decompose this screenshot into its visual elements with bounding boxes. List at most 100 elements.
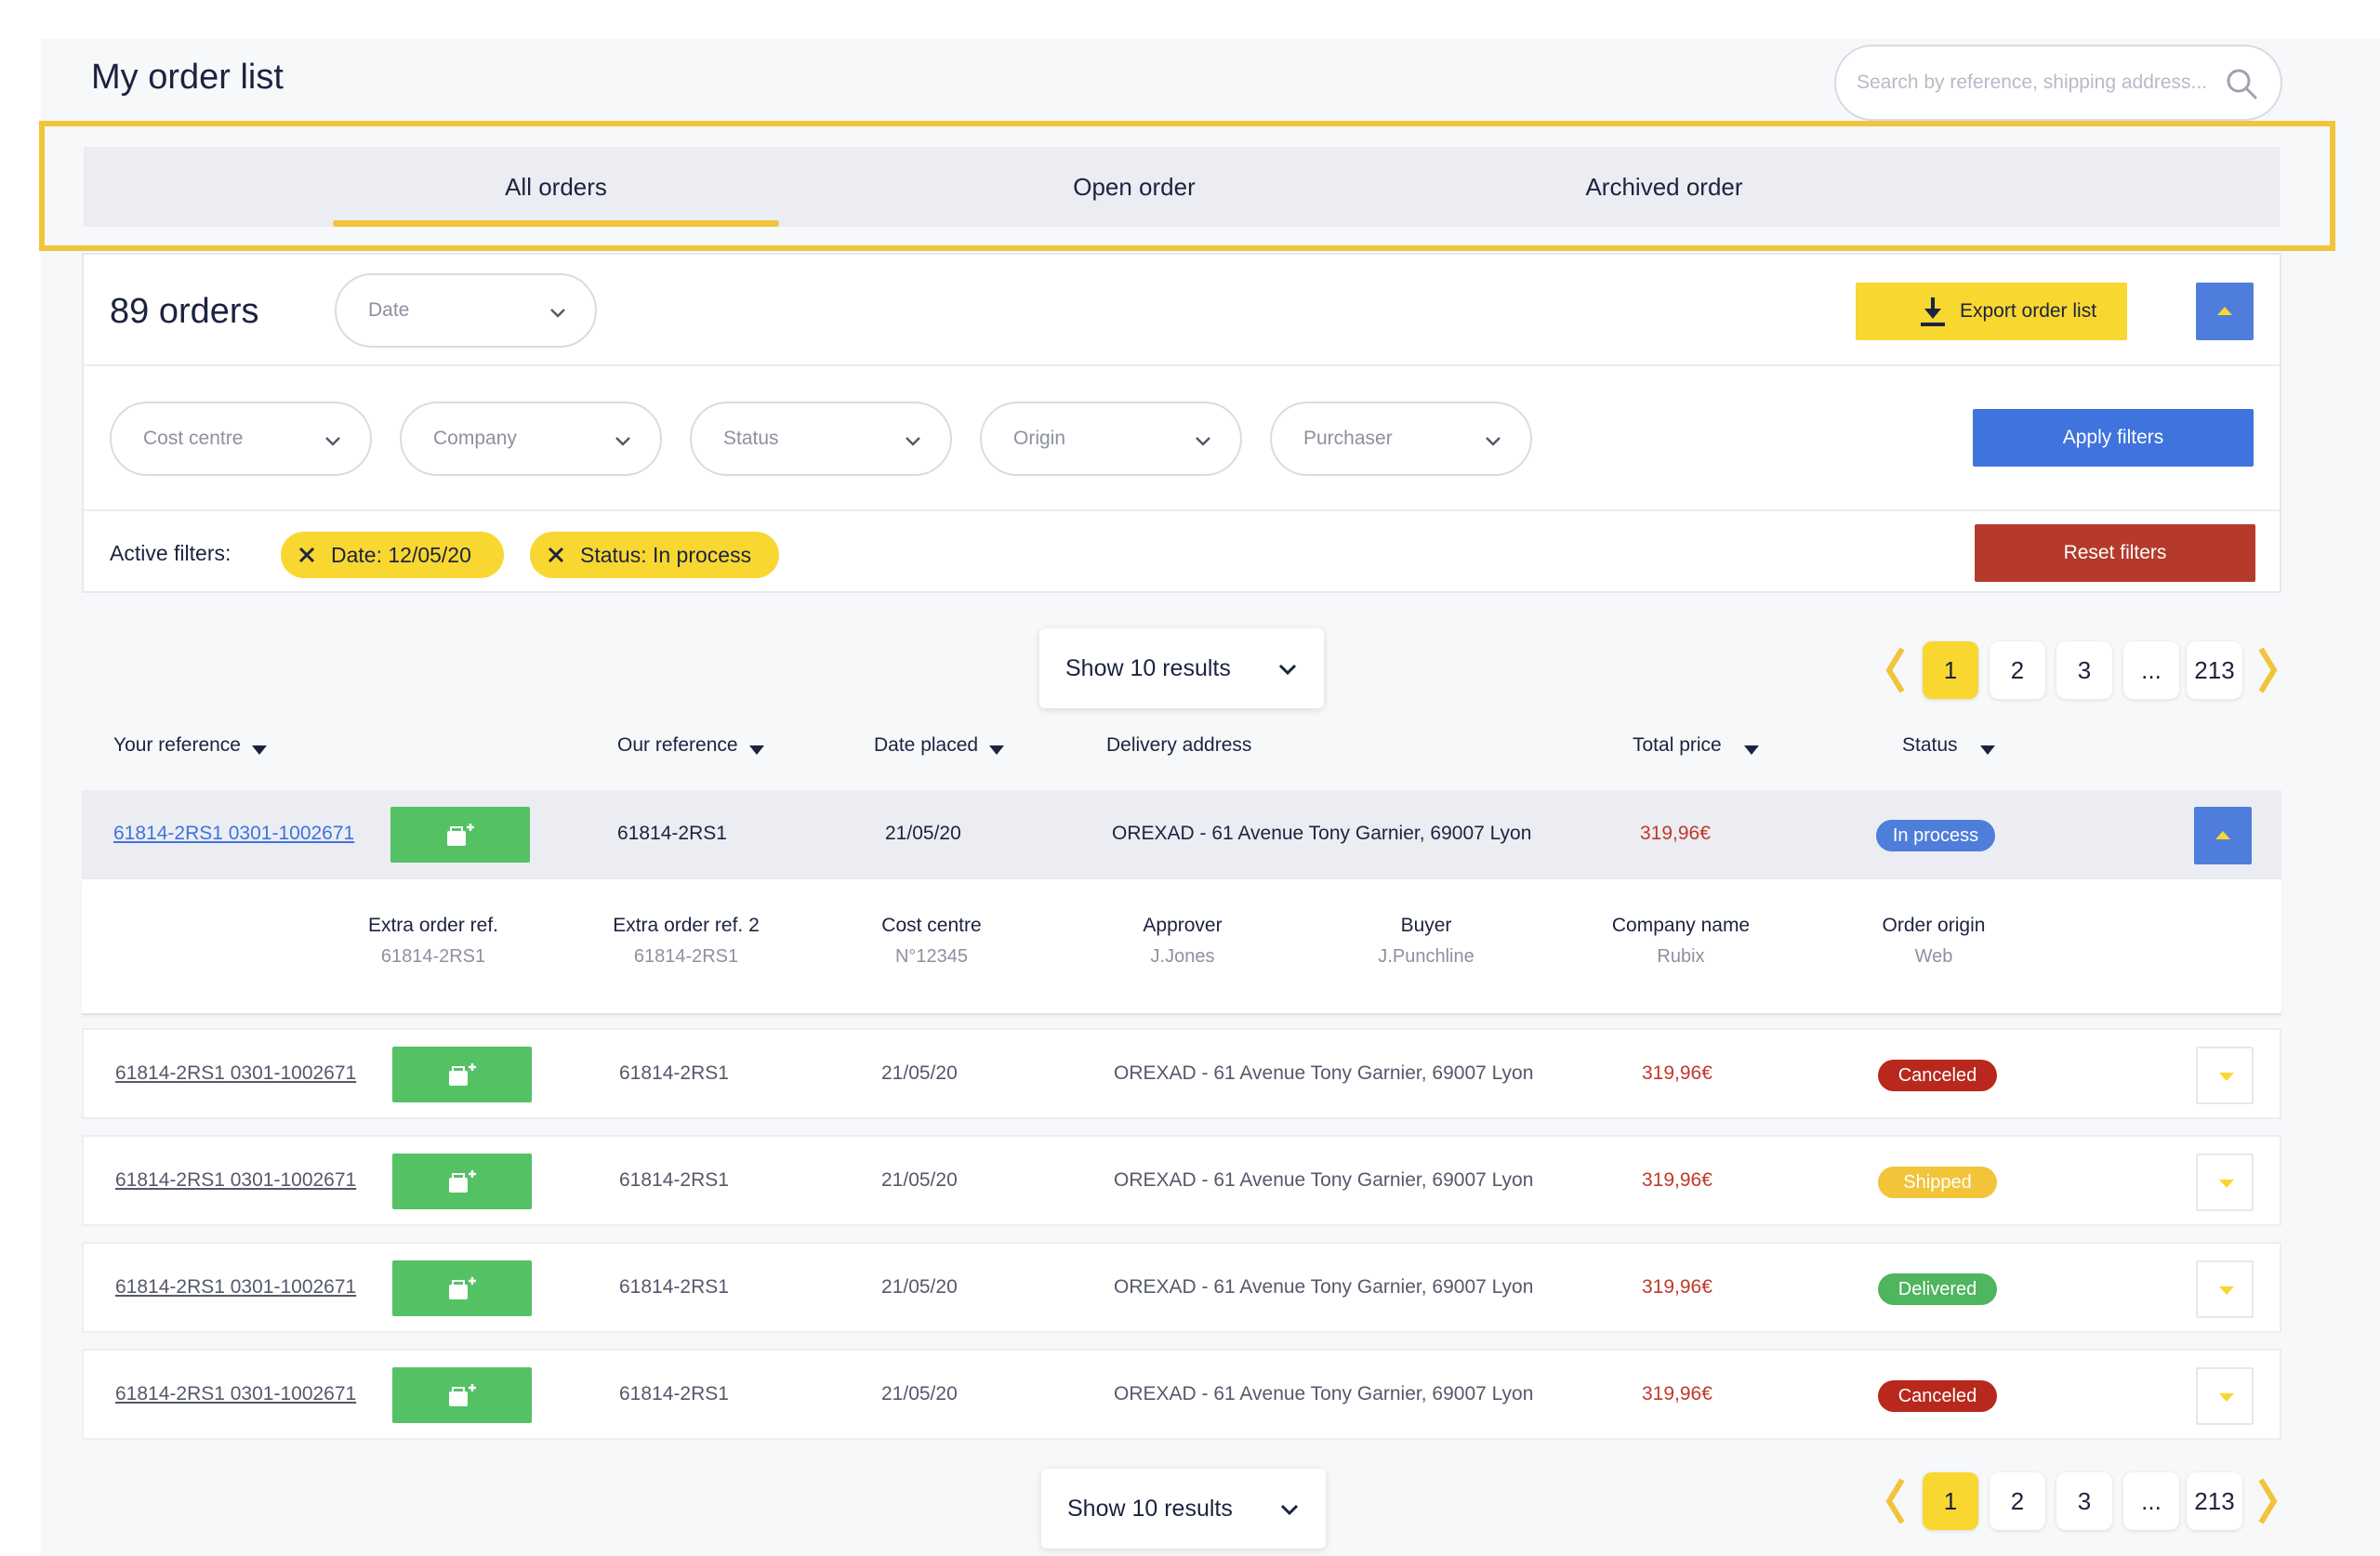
column-header-delivery-address: Delivery address (1106, 734, 1251, 757)
chip-date-label: Date: 12/05/20 (331, 543, 471, 567)
cost-centre-dropdown[interactable]: Cost centre (110, 402, 372, 476)
show-results-dropdown-bottom[interactable]: Show 10 results (1041, 1469, 1326, 1549)
date-placed: 21/05/20 (881, 1169, 958, 1191)
apply-filters-button[interactable]: Apply filters (1973, 409, 2254, 467)
add-to-cart-button[interactable] (392, 1367, 532, 1423)
table-row[interactable]: 61814-2RS1 0301-1002671 61814-2RS1 21/05… (82, 1349, 2281, 1440)
caret-down-icon (2219, 1073, 2234, 1081)
close-icon[interactable] (296, 544, 318, 566)
tabs-bar: All orders Open order Archived order (84, 147, 2280, 227)
tab-open-order[interactable]: Open order (837, 147, 1432, 227)
detail-value: J.Punchline (1378, 946, 1474, 967)
page-button-2[interactable]: 2 (1990, 641, 2045, 699)
chevron-down-icon (1196, 437, 1210, 446)
tab-all-orders[interactable]: All orders (333, 147, 779, 227)
origin-dropdown[interactable]: Origin (980, 402, 1242, 476)
table-row[interactable]: 61814-2RS1 0301-1002671 61814-2RS1 21/05… (82, 1242, 2281, 1333)
page-button-2[interactable]: 2 (1990, 1472, 2045, 1530)
divider (84, 509, 2280, 511)
page-button-3[interactable]: 3 (2056, 1472, 2112, 1530)
collapse-row-button[interactable] (2194, 807, 2252, 864)
active-filter-chip-date[interactable]: Date: 12/05/20 (281, 532, 504, 578)
tab-archived-order[interactable]: Archived order (1367, 147, 1962, 227)
table-row[interactable]: 61814-2RS1 0301-1002671 61814-2RS1 21/05… (82, 1135, 2281, 1226)
page-button-1[interactable]: 1 (1923, 1472, 1978, 1530)
page-button-3[interactable]: 3 (2056, 641, 2112, 699)
chevron-down-icon (325, 437, 340, 446)
chevron-right-icon[interactable] (2254, 641, 2281, 699)
add-to-cart-button[interactable] (392, 1260, 532, 1316)
delivery-address: OREXAD - 61 Avenue Tony Garnier, 69007 L… (1114, 1383, 1534, 1404)
sort-icon[interactable] (1743, 745, 1759, 755)
page-ellipsis: ... (2123, 641, 2179, 699)
company-dropdown[interactable]: Company (400, 402, 662, 476)
cart-plus-icon (449, 1277, 476, 1299)
filter-panel: 89 orders Date Export order list Cost ce… (82, 253, 2281, 593)
expand-row-button[interactable] (2196, 1047, 2254, 1104)
delivery-address: OREXAD - 61 Avenue Tony Garnier, 69007 L… (1114, 1169, 1534, 1191)
add-to-cart-button[interactable] (392, 1154, 532, 1209)
our-reference: 61814-2RS1 (619, 1062, 729, 1084)
reset-filters-button[interactable]: Reset filters (1975, 524, 2255, 582)
detail-company-name: Company name Rubix (1579, 915, 1783, 968)
expand-row-button[interactable] (2196, 1260, 2254, 1318)
detail-value: 61814-2RS1 (380, 946, 486, 967)
export-order-list-button[interactable]: Export order list (1856, 283, 2127, 340)
close-icon[interactable] (545, 544, 567, 566)
your-reference-link[interactable]: 61814-2RS1 0301-1002671 (115, 1351, 356, 1438)
status-badge: Delivered (1878, 1273, 1997, 1305)
your-reference-link[interactable]: 61814-2RS1 0301-1002671 (115, 1030, 356, 1117)
column-header-our-reference[interactable]: Our reference (617, 734, 764, 757)
column-header-date-placed[interactable]: Date placed (874, 734, 1005, 757)
sort-icon[interactable] (1979, 745, 1995, 755)
your-reference-link[interactable]: 61814-2RS1 0301-1002671 (113, 790, 354, 877)
your-reference-link[interactable]: 61814-2RS1 0301-1002671 (115, 1137, 356, 1224)
status-badge: In process (1876, 820, 1995, 851)
show-results-dropdown[interactable]: Show 10 results (1039, 628, 1324, 708)
our-reference: 61814-2RS1 (619, 1169, 729, 1191)
search-icon[interactable] (2223, 65, 2260, 102)
status-badge: Canceled (1878, 1380, 1997, 1412)
detail-extra-order-ref-2: Extra order ref. 2 61814-2RS1 (584, 915, 788, 968)
add-to-cart-button[interactable] (390, 807, 530, 863)
detail-cost-centre: Cost centre N°12345 (829, 915, 1034, 968)
table-row[interactable]: 61814-2RS1 0301-1002671 61814-2RS1 21/05… (82, 1028, 2281, 1119)
chevron-down-icon (906, 437, 920, 446)
column-header-status[interactable]: Status (1902, 734, 1995, 757)
collapse-filters-button[interactable] (2196, 283, 2254, 340)
column-header-your-reference[interactable]: Your reference (113, 734, 267, 757)
total-price: 319,96€ (1642, 1276, 1712, 1298)
company-label: Company (433, 428, 517, 449)
detail-value: Rubix (1657, 946, 1705, 967)
caret-down-icon (2219, 1286, 2234, 1295)
detail-label: Approver (1143, 915, 1223, 936)
total-price: 319,96€ (1642, 1062, 1712, 1084)
your-reference-link[interactable]: 61814-2RS1 0301-1002671 (115, 1244, 356, 1331)
sort-icon[interactable] (748, 745, 764, 755)
search-input[interactable] (1857, 46, 2210, 119)
chevron-right-icon[interactable] (2254, 1472, 2281, 1530)
date-dropdown[interactable]: Date (335, 273, 597, 348)
sort-icon[interactable] (251, 745, 267, 755)
active-filter-chip-status[interactable]: Status: In process (530, 532, 779, 578)
page-title: My order list (91, 58, 284, 97)
table-row[interactable]: 61814-2RS1 0301-1002671 61814-2RS1 21/05… (82, 790, 2281, 881)
status-badge: Canceled (1878, 1060, 1997, 1091)
pagination: 1 2 3 ... 213 (1882, 641, 2281, 699)
status-dropdown[interactable]: Status (690, 402, 952, 476)
expand-row-button[interactable] (2196, 1367, 2254, 1425)
sort-icon[interactable] (989, 745, 1005, 755)
search-box[interactable] (1834, 45, 2282, 121)
delivery-address: OREXAD - 61 Avenue Tony Garnier, 69007 L… (1112, 823, 1532, 844)
detail-value: 61814-2RS1 (633, 946, 739, 967)
purchaser-dropdown[interactable]: Purchaser (1270, 402, 1532, 476)
page-button-last[interactable]: 213 (2187, 1472, 2242, 1530)
cart-plus-icon (449, 1170, 476, 1193)
page-button-last[interactable]: 213 (2187, 641, 2242, 699)
chevron-left-icon[interactable] (1882, 1472, 1910, 1530)
chevron-left-icon[interactable] (1882, 641, 1910, 699)
column-header-total-price[interactable]: Total price (1633, 734, 1759, 757)
expand-row-button[interactable] (2196, 1154, 2254, 1211)
add-to-cart-button[interactable] (392, 1047, 532, 1102)
page-button-1[interactable]: 1 (1923, 641, 1978, 699)
